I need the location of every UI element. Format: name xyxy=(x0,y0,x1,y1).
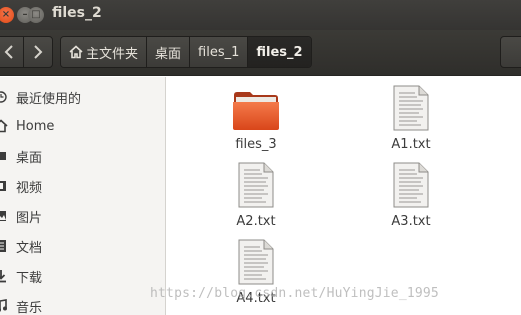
sidebar-item-music[interactable]: 音乐 xyxy=(0,293,166,315)
sidebar-item-desktop[interactable]: 桌面 xyxy=(0,143,166,169)
sidebar-item-label: 音乐 xyxy=(16,300,43,315)
sidebar-item-home[interactable]: Home xyxy=(0,113,166,139)
file-item-text[interactable]: A2.txt xyxy=(211,162,301,229)
text-file-icon xyxy=(238,239,274,285)
text-file-icon xyxy=(238,162,274,208)
file-view: files_3 A1.txt A2.txt A3.txt A4.txt xyxy=(167,77,521,315)
chevron-left-icon xyxy=(4,45,13,59)
desktop-icon xyxy=(0,152,6,160)
breadcrumb-files-1[interactable]: files_1 xyxy=(189,37,248,67)
file-item-folder[interactable]: files_3 xyxy=(211,89,301,152)
breadcrumb-label: files_1 xyxy=(198,44,240,60)
file-name: files_3 xyxy=(235,137,277,152)
breadcrumb-desktop[interactable]: 桌面 xyxy=(146,37,190,67)
music-icon xyxy=(0,299,7,312)
file-item-text[interactable]: A1.txt xyxy=(366,85,456,152)
video-icon xyxy=(0,181,6,191)
sidebar-item-label: 桌面 xyxy=(16,150,43,166)
file-manager-window: × – □ files_2 主文件夹 桌面 files_1 files_2 最近… xyxy=(0,0,521,315)
sidebar-item-pictures[interactable]: 图片 xyxy=(0,203,166,229)
sidebar-item-label: 视频 xyxy=(16,180,43,196)
title-bar: × – □ files_2 xyxy=(0,0,521,30)
image-icon xyxy=(0,211,6,221)
breadcrumb: 主文件夹 桌面 files_1 files_2 xyxy=(60,36,312,68)
forward-button[interactable] xyxy=(23,37,52,67)
header-bar: 主文件夹 桌面 files_1 files_2 xyxy=(0,30,521,76)
clock-icon xyxy=(0,91,7,103)
file-item-text[interactable]: A3.txt xyxy=(366,162,456,229)
sidebar-item-videos[interactable]: 视频 xyxy=(0,173,166,199)
file-name: A3.txt xyxy=(391,214,431,229)
navigation-buttons xyxy=(0,36,53,68)
sidebar-item-label: 文档 xyxy=(16,240,43,256)
file-name: A4.txt xyxy=(236,291,276,306)
breadcrumb-files-2[interactable]: files_2 xyxy=(247,37,311,67)
download-icon xyxy=(0,270,6,283)
home-icon xyxy=(69,45,83,59)
breadcrumb-label: files_2 xyxy=(256,44,303,60)
search-button[interactable] xyxy=(500,36,521,68)
file-name: A1.txt xyxy=(391,137,431,152)
chevron-right-icon xyxy=(34,45,43,59)
text-file-icon xyxy=(393,162,429,208)
sidebar-item-label: 图片 xyxy=(16,210,43,226)
sidebar: 最近使用的 Home 桌面 视频 图片 文档 下载 音乐 xyxy=(0,77,166,315)
sidebar-item-label: 下载 xyxy=(16,270,43,286)
sidebar-item-recent[interactable]: 最近使用的 xyxy=(0,84,166,110)
home-icon xyxy=(0,119,8,133)
folder-icon xyxy=(233,92,279,130)
maximize-window-button[interactable]: □ xyxy=(28,7,44,23)
file-item-text[interactable]: A4.txt xyxy=(211,239,301,306)
breadcrumb-label: 主文件夹 xyxy=(86,46,139,62)
breadcrumb-home[interactable]: 主文件夹 xyxy=(61,37,147,67)
back-button[interactable] xyxy=(0,37,23,67)
sidebar-item-label: Home xyxy=(16,118,55,134)
close-window-button[interactable]: × xyxy=(0,7,14,23)
document-icon xyxy=(0,240,6,252)
text-file-icon xyxy=(393,85,429,131)
sidebar-item-documents[interactable]: 文档 xyxy=(0,233,166,259)
window-title: files_2 xyxy=(52,5,102,21)
file-name: A2.txt xyxy=(236,214,276,229)
sidebar-item-label: 最近使用的 xyxy=(16,91,82,107)
breadcrumb-label: 桌面 xyxy=(155,46,182,62)
sidebar-item-downloads[interactable]: 下载 xyxy=(0,263,166,289)
